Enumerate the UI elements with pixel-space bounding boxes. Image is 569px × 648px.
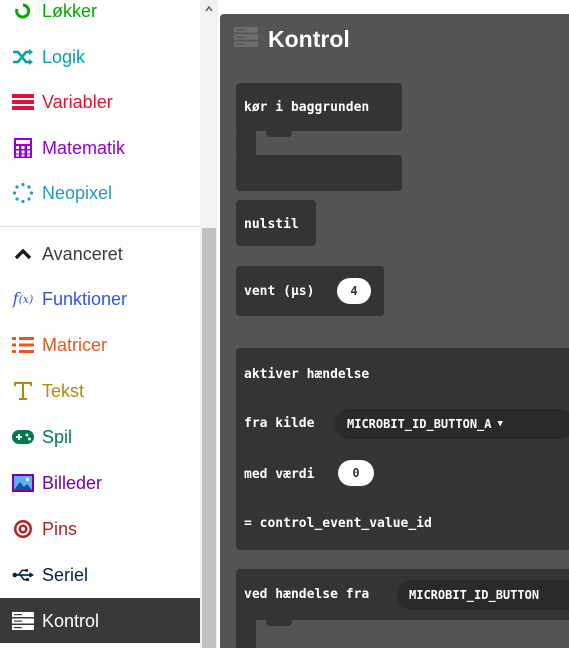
toolbox-item-label: Billeder xyxy=(42,473,103,493)
on-event-source-value: MICROBIT_ID_BUTTON xyxy=(409,588,540,602)
block-label: vent (µs) xyxy=(244,284,315,299)
pins-target-icon xyxy=(12,518,34,540)
gamepad-icon xyxy=(12,426,34,448)
toolbox-item-label: Matematik xyxy=(42,138,126,158)
toolbox-item-pins[interactable]: Pins xyxy=(0,507,200,551)
text-icon xyxy=(12,380,34,402)
event-source-value: MICROBIT_ID_BUTTON_A xyxy=(347,417,492,431)
toolbox-item-label: Spil xyxy=(42,427,73,447)
toolbox-item-logic[interactable]: Logik xyxy=(0,35,200,79)
array-list-icon xyxy=(12,334,34,356)
chevron-up-icon xyxy=(12,243,34,265)
image-icon xyxy=(12,472,34,494)
toolbox-item-images[interactable]: Billeder xyxy=(0,461,200,505)
toolbox-item-label: Kontrol xyxy=(42,610,100,631)
toolbox-item-neopixel[interactable]: Neopixel xyxy=(0,171,200,215)
block-label: ved hændelse fra xyxy=(244,587,370,602)
toolbox-item-label: Neopixel xyxy=(42,183,113,203)
toolbox-item-arrays[interactable]: Matricer xyxy=(0,323,200,367)
source-label: fra kilde xyxy=(244,416,315,431)
toolbox: Løkker Logik Variabler Matematik Neopixe… xyxy=(0,0,218,648)
toolbox-item-label: Logik xyxy=(42,47,86,67)
usb-icon xyxy=(12,564,34,586)
toolbox-item-functions[interactable]: f (x) Funktioner xyxy=(0,277,200,321)
block-label: aktiver hændelse xyxy=(244,367,370,382)
toolbox-item-math[interactable]: Matematik xyxy=(0,126,200,170)
neopixel-icon xyxy=(12,182,34,204)
event-value-input[interactable]: 0 xyxy=(338,460,374,486)
value-label: med værdi xyxy=(244,467,315,482)
on-event-source-dropdown[interactable]: MICROBIT_ID_BUTTON xyxy=(397,580,569,610)
toolbox-item-game[interactable]: Spil xyxy=(0,415,200,459)
toolbox-item-text[interactable]: Tekst xyxy=(0,369,200,413)
toolbox-item-control[interactable]: Kontrol xyxy=(0,598,200,643)
toolbox-item-label: Avanceret xyxy=(42,244,123,264)
block-label: kør i baggrunden xyxy=(244,100,370,115)
toolbox-item-label: Funktioner xyxy=(42,289,128,309)
toolbox-item-loops[interactable]: Løkker xyxy=(0,0,200,33)
toolbox-separator xyxy=(0,226,200,227)
control-icon xyxy=(234,26,258,52)
flyout-title: Kontrol xyxy=(268,25,350,52)
function-icon: f (x) xyxy=(12,289,34,308)
wait-value-input[interactable]: 4 xyxy=(337,278,371,304)
block-flyout: Kontrol kør i baggrunden nulstil vent (µ… xyxy=(220,14,569,648)
variables-icon xyxy=(12,91,34,113)
loop-icon xyxy=(12,0,34,22)
toolbox-item-label: Variabler xyxy=(42,92,113,112)
scroll-up-arrow-icon[interactable] xyxy=(200,0,218,18)
calculator-icon xyxy=(12,137,34,159)
block-label: nulstil xyxy=(244,217,299,232)
dropdown-arrow-icon: ▼ xyxy=(497,419,503,429)
event-value-option: = control_event_value_id xyxy=(244,516,432,531)
toolbox-item-serial[interactable]: Seriel xyxy=(0,553,200,597)
toolbox-scrollbar-thumb[interactable] xyxy=(202,228,216,648)
toolbox-item-label: Matricer xyxy=(42,335,108,355)
toolbox-item-advanced[interactable]: Avanceret xyxy=(0,232,200,276)
toolbox-item-variables[interactable]: Variabler xyxy=(0,80,200,124)
toolbox-item-label: Seriel xyxy=(42,565,89,585)
toolbox-item-label: Pins xyxy=(42,519,78,539)
toolbox-item-label: Tekst xyxy=(42,381,85,401)
control-icon xyxy=(12,610,34,632)
logic-shuffle-icon xyxy=(12,46,34,68)
flyout-header: Kontrol xyxy=(234,24,350,54)
event-source-dropdown[interactable]: MICROBIT_ID_BUTTON_A ▼ xyxy=(335,409,569,439)
toolbox-item-label: Løkker xyxy=(42,1,98,21)
